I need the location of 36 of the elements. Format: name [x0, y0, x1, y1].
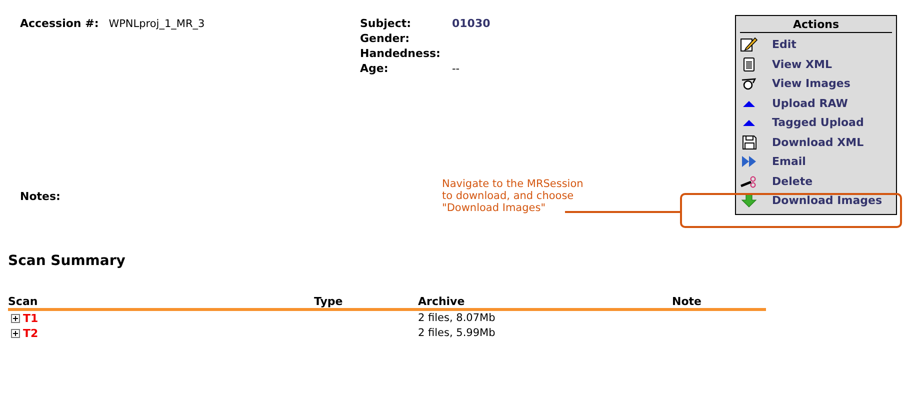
scan-link[interactable]: T2 — [23, 326, 38, 340]
table-cell-text: 2 files, 5.99Mb — [418, 327, 496, 339]
annotation-text: Navigate to the MRSession to download, and choose "Download Images" — [442, 178, 584, 214]
column-header: Type — [314, 294, 344, 308]
column-header: Archive — [418, 294, 466, 308]
glasses-icon — [740, 76, 758, 92]
action-link[interactable]: View Images — [736, 74, 896, 94]
panel-title: Actions — [740, 18, 892, 33]
column-header: Note — [672, 294, 702, 308]
field-value: 01030 — [452, 17, 490, 30]
pencil-icon — [740, 37, 758, 52]
action-link[interactable]: Delete — [736, 172, 896, 191]
field-label: Age: — [360, 62, 390, 75]
field-label: Gender: — [360, 32, 410, 45]
action-link[interactable]: Tagged Upload — [736, 113, 896, 132]
action-link[interactable]: Download Images — [736, 191, 896, 210]
expand-icon[interactable] — [11, 314, 20, 322]
column-header: Scan — [8, 294, 39, 308]
section-heading: Scan Summary — [8, 252, 126, 268]
action-link[interactable]: Edit — [736, 35, 896, 54]
action-link[interactable]: View XML — [736, 54, 896, 74]
down-arrow-icon — [740, 193, 758, 208]
expand-icon[interactable] — [11, 328, 20, 338]
field-value: -- — [452, 63, 460, 75]
action-link[interactable]: Upload RAW — [736, 94, 896, 113]
action-link[interactable]: Email — [736, 152, 896, 172]
table-cell-text: 2 files, 8.07Mb — [418, 312, 496, 324]
notes-label: Notes: — [20, 190, 60, 202]
field-label: Accession #: — [20, 17, 99, 30]
field-label: Subject: — [360, 17, 412, 30]
fast-forward-icon — [740, 154, 758, 170]
action-link[interactable]: Download XML — [736, 132, 896, 152]
scissors-icon — [740, 174, 758, 189]
field-label: Handedness: — [360, 47, 442, 60]
field-value: WPNLproj_1_MR_3 — [108, 18, 205, 30]
scan-link[interactable]: T1 — [23, 312, 38, 324]
